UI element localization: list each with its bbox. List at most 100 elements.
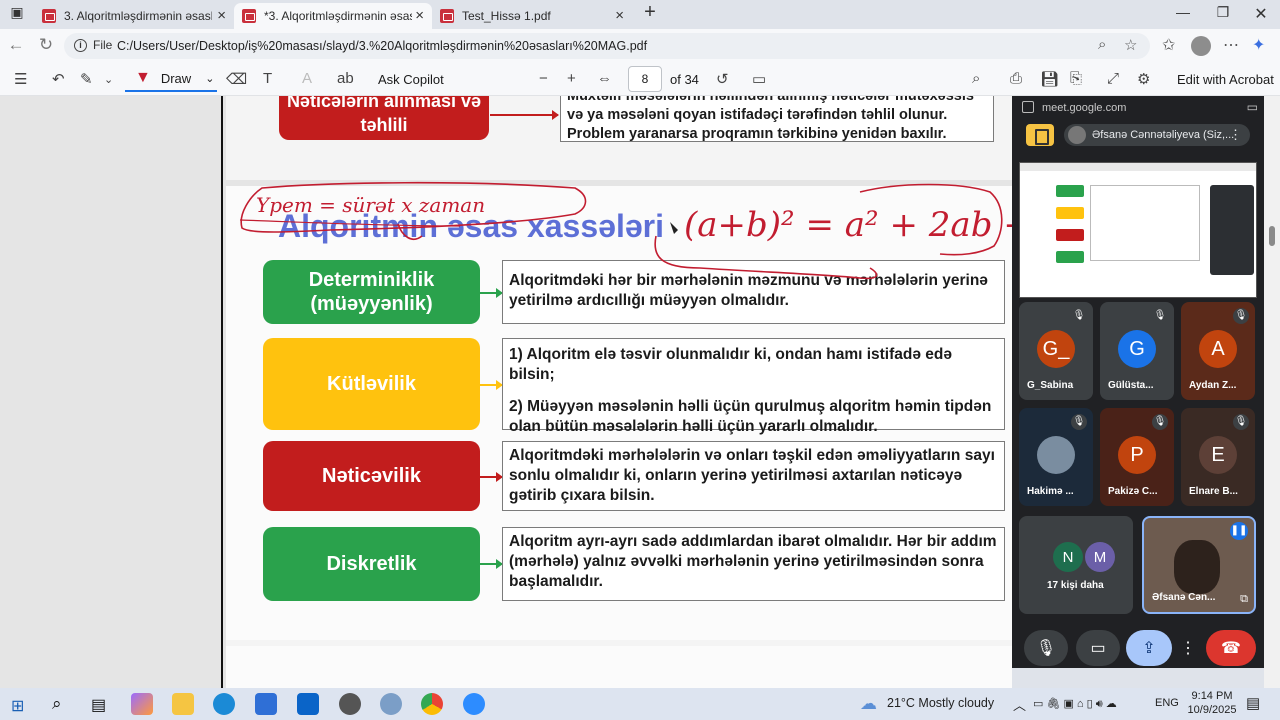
- back-icon[interactable]: ←: [4, 35, 28, 55]
- draw-button[interactable]: ▼ Draw ⌄: [125, 66, 217, 92]
- more-icon: ⋮: [1180, 640, 1196, 657]
- contents-icon[interactable]: ☰: [14, 70, 27, 88]
- scrollbar[interactable]: [1264, 96, 1280, 688]
- save-as-icon[interactable]: ⎘: [1070, 70, 1082, 87]
- new-tab-button[interactable]: +: [630, 1, 670, 24]
- clock-date[interactable]: 10/9/2025: [1187, 704, 1237, 716]
- highlight-icon[interactable]: ✎: [80, 70, 93, 88]
- minimize-icon[interactable]: —: [1163, 4, 1203, 20]
- close-tab-icon[interactable]: ×: [217, 8, 226, 23]
- rotate-icon[interactable]: ↺: [716, 70, 729, 88]
- more-options-icon[interactable]: ⋮: [1229, 127, 1242, 143]
- self-view-tile[interactable]: ❚❚ Əfsanə Cən... ⧉: [1142, 516, 1256, 614]
- more-options-button[interactable]: ⋮: [1178, 630, 1198, 666]
- url-field[interactable]: i File C:/Users/User/Desktop/iş%20masası/…: [64, 33, 1150, 59]
- file-scheme[interactable]: i File: [74, 38, 112, 52]
- more-participants-tile[interactable]: N M 17 kişi daha: [1019, 516, 1133, 614]
- zoom-app-icon[interactable]: [463, 693, 485, 715]
- property-text-resultativeness: Alqoritmdəki mərhələlərin və onları təşk…: [502, 441, 1005, 511]
- notifications-icon[interactable]: ▤: [1246, 694, 1260, 712]
- paint-icon[interactable]: [380, 693, 402, 715]
- participant-tile[interactable]: 🎙︎ Hakimə ...: [1019, 408, 1093, 506]
- store-icon[interactable]: [255, 693, 277, 715]
- scrollbar-thumb[interactable]: [1269, 226, 1275, 246]
- arrow: [480, 472, 503, 482]
- weather-text[interactable]: 21°C Mostly cloudy: [887, 696, 994, 710]
- present-button[interactable]: ⇪: [1126, 630, 1172, 666]
- url-text[interactable]: C:/Users/User/Desktop/iş%20masası/slayd/…: [117, 39, 647, 53]
- page-total: of 34: [670, 72, 699, 87]
- tab-1[interactable]: 3. Alqoritmləşdirmənin əsasları M ×: [34, 3, 234, 29]
- participant-tile[interactable]: 🎙︎ E Elnare B...: [1181, 408, 1255, 506]
- save-icon[interactable]: 💾︎: [1040, 70, 1059, 88]
- camera-button[interactable]: ▭: [1076, 630, 1120, 666]
- page-view-icon[interactable]: ▭: [752, 70, 766, 88]
- arrow: [490, 110, 559, 120]
- zoom-out-icon[interactable]: −: [539, 70, 548, 87]
- pen-icon: ▼: [135, 69, 151, 86]
- start-icon[interactable]: ⊞: [11, 696, 24, 716]
- tab-2[interactable]: *3. Alqoritmləşdirmənin əsasları M ×: [234, 3, 432, 29]
- search-icon[interactable]: ⌕: [52, 694, 62, 714]
- weather-icon: ☁: [860, 694, 877, 713]
- file-explorer-icon[interactable]: [172, 693, 194, 715]
- info-icon: i: [74, 38, 87, 52]
- favorites-icon[interactable]: ✩: [1162, 35, 1175, 55]
- copilot-icon[interactable]: ✦: [1252, 35, 1265, 55]
- fullscreen-icon[interactable]: ⤢: [1107, 70, 1119, 87]
- close-tab-icon[interactable]: ×: [415, 8, 424, 23]
- edge-icon[interactable]: [213, 693, 235, 715]
- tray-icons[interactable]: ▭ 🖇︎ ▣ ⌂ ▯ 🔊︎ ☁: [1033, 697, 1117, 711]
- settings-icon[interactable]: ⚙: [1137, 70, 1150, 88]
- chrome-icon[interactable]: [421, 693, 443, 715]
- maximize-icon[interactable]: ❐: [1203, 4, 1243, 21]
- tab-3[interactable]: Test_Hissə 1.pdf ×: [432, 3, 632, 29]
- eraser-icon[interactable]: ⌫: [226, 70, 247, 88]
- participant-tile[interactable]: 🎙︎ P Pakizə C...: [1100, 408, 1174, 506]
- zoom-in-icon[interactable]: +: [567, 70, 576, 87]
- more-icon[interactable]: ⋯: [1223, 35, 1239, 55]
- edit-acrobat-button[interactable]: Edit with Acrobat: [1177, 72, 1274, 87]
- presenting-icon[interactable]: [1026, 124, 1054, 146]
- outlook-icon[interactable]: [297, 693, 319, 715]
- text-icon[interactable]: T: [263, 70, 272, 87]
- tab-actions-icon[interactable]: ▣: [0, 4, 34, 21]
- ask-copilot-button[interactable]: Ask Copilot: [378, 72, 444, 87]
- undo-icon[interactable]: ↶: [52, 70, 65, 88]
- copilot-app-icon[interactable]: [131, 693, 153, 715]
- participant-tile[interactable]: 🎙︎ G_ G_Sabina: [1019, 302, 1093, 400]
- site-info-icon: [1022, 101, 1034, 113]
- participant-tile[interactable]: 🎙︎ G Gülüsta...: [1100, 302, 1174, 400]
- favorite-icon[interactable]: ☆: [1124, 36, 1137, 54]
- property-text-discreteness: Alqoritm ayrı-ayrı sadə addımlardan ibar…: [502, 527, 1005, 601]
- tray-chevron-icon[interactable]: ︿: [1013, 695, 1026, 714]
- popout-icon[interactable]: ▭: [1247, 100, 1258, 114]
- fit-page-icon[interactable]: ⇔: [597, 70, 612, 87]
- language-indicator[interactable]: ENG: [1155, 697, 1179, 709]
- mic-button[interactable]: 🎙︎: [1024, 630, 1068, 666]
- text-format-icon[interactable]: A: [302, 70, 312, 87]
- clock-time[interactable]: 9:14 PM: [1189, 690, 1235, 702]
- arrow: [480, 288, 503, 298]
- property-text-determinism: Alqoritmdəki hər bir mərhələnin məzmunu …: [502, 260, 1005, 324]
- participant-tile[interactable]: 🎙︎ A Aydan Z...: [1181, 302, 1255, 400]
- close-window-icon[interactable]: ✕: [1241, 4, 1280, 24]
- chevron-down-icon[interactable]: ⌄: [104, 73, 113, 86]
- zoom-icon[interactable]: ⌕: [1098, 36, 1106, 53]
- shared-screen-preview[interactable]: [1019, 162, 1257, 298]
- search-icon[interactable]: ⌕: [972, 70, 980, 87]
- close-tab-icon[interactable]: ×: [615, 8, 624, 23]
- app-icon[interactable]: [339, 693, 361, 715]
- next-page: [226, 646, 1012, 688]
- page-number-input[interactable]: 8: [628, 66, 662, 92]
- avatar: [1037, 436, 1075, 474]
- task-view-icon[interactable]: ▤: [91, 695, 106, 715]
- pip-icon[interactable]: ⧉: [1240, 593, 1248, 606]
- read-aloud-icon[interactable]: ab: [337, 70, 354, 87]
- presenter-chip[interactable]: Əfsanə Cənnətəliyeva (Siz,... ⋮: [1064, 124, 1250, 146]
- profile-avatar[interactable]: [1191, 36, 1211, 56]
- refresh-icon[interactable]: ↻: [34, 35, 58, 55]
- leave-call-button[interactable]: ☎: [1206, 630, 1256, 666]
- print-icon[interactable]: ⎙: [1010, 70, 1022, 87]
- property-label-discreteness: Diskretlik: [263, 527, 480, 601]
